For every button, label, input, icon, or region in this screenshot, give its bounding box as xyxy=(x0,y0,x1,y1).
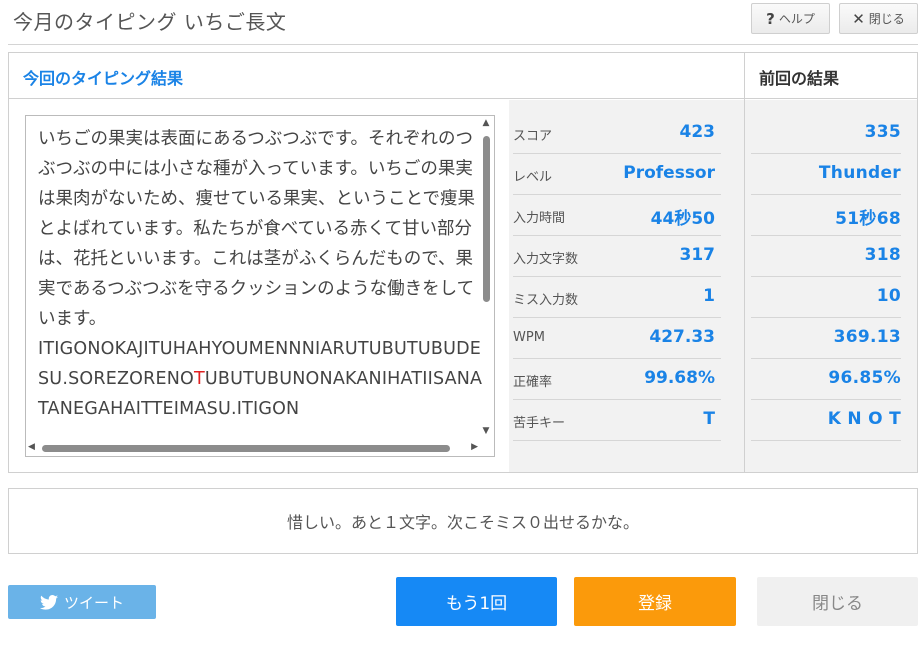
stat-value-current: 44秒50 xyxy=(650,209,715,229)
scroll-up-arrow-icon[interactable]: ▲ xyxy=(480,118,492,128)
japanese-text: いちごの果実は表面にあるつぶつぶです。それぞれのつぶつぶの中には小さな種が入って… xyxy=(38,129,475,329)
stat-row-accuracy: 正確率 99.68% xyxy=(513,359,721,400)
stat-value-current: 427.33 xyxy=(649,327,715,347)
typed-text-area[interactable]: いちごの果実は表面にあるつぶつぶです。それぞれのつぶつぶの中には小さな種が入って… xyxy=(25,115,495,457)
stat-value-current: 99.68% xyxy=(644,368,715,388)
page-title: 今月のタイピング いちご長文 xyxy=(13,10,287,34)
stat-value-current: T xyxy=(703,409,715,429)
close-header-button[interactable]: ✕ 閉じる xyxy=(839,3,918,34)
tweet-button[interactable]: ツイート xyxy=(8,585,156,619)
previous-results-title: 前回の結果 xyxy=(759,69,840,88)
stat-value-previous: 369.13 xyxy=(833,327,901,347)
stat-value-previous: 335 xyxy=(864,122,901,142)
horizontal-scrollbar[interactable]: ◀ ▶ xyxy=(28,442,478,454)
close-button[interactable]: 閉じる xyxy=(757,577,918,626)
stat-value-previous: 10 xyxy=(876,286,901,306)
help-button[interactable]: ? ヘルプ xyxy=(751,3,830,34)
scroll-right-arrow-icon[interactable]: ▶ xyxy=(471,442,478,452)
prev-row-time: 51秒68 xyxy=(751,195,901,236)
tweet-button-label: ツイート xyxy=(63,593,124,612)
stat-label: 苦手キー xyxy=(513,416,566,431)
retry-button[interactable]: もう1回 xyxy=(396,577,557,626)
result-message: 惜しい。あと１文字。次こそミス０出せるかな。 xyxy=(8,488,918,554)
stat-label: WPM xyxy=(513,330,545,345)
stat-label: 正確率 xyxy=(513,375,553,390)
stat-label: ミス入力数 xyxy=(513,293,579,308)
stat-label: 入力時間 xyxy=(513,211,566,226)
stat-row-time: 入力時間 44秒50 xyxy=(513,195,721,236)
stat-row-score: スコア 423 xyxy=(513,113,721,154)
romaji-text: ITIGONOKAJITUHAHYOUMENNNIARUTUBUTUBUDESU… xyxy=(38,339,482,419)
miss-char: T xyxy=(194,369,205,389)
close-icon: ✕ xyxy=(852,9,865,28)
prev-row-level: Thunder xyxy=(751,154,901,195)
prev-row-weak-keys: K N O T xyxy=(751,400,901,441)
column-divider xyxy=(744,53,745,472)
scroll-left-arrow-icon[interactable]: ◀ xyxy=(28,442,35,452)
stat-label: 入力文字数 xyxy=(513,252,579,267)
vertical-scroll-thumb[interactable] xyxy=(483,136,490,302)
stat-value-previous: 318 xyxy=(864,245,901,265)
close-header-button-label: 閉じる xyxy=(868,12,905,26)
register-button[interactable]: 登録 xyxy=(574,577,736,626)
stat-row-level: レベル Professor xyxy=(513,154,721,195)
current-results-title: 今回のタイピング結果 xyxy=(23,69,184,88)
stat-value-previous: 96.85% xyxy=(828,368,901,388)
stat-value-current: Professor xyxy=(623,163,715,183)
stat-row-wpm: WPM 427.33 xyxy=(513,318,721,359)
vertical-scrollbar[interactable]: ▲ ▼ xyxy=(480,118,492,436)
stat-value-current: 317 xyxy=(679,245,716,265)
header-divider xyxy=(8,44,918,45)
prev-row-misses: 10 xyxy=(751,277,901,318)
prev-row-wpm: 369.13 xyxy=(751,318,901,359)
scroll-down-arrow-icon[interactable]: ▼ xyxy=(480,426,492,436)
typed-text-content: いちごの果実は表面にあるつぶつぶです。それぞれのつぶつぶの中には小さな種が入って… xyxy=(38,124,483,424)
prev-row-accuracy: 96.85% xyxy=(751,359,901,400)
stat-row-weak-keys: 苦手キー T xyxy=(513,400,721,441)
stat-value-current: 1 xyxy=(703,286,715,306)
stat-value-previous: Thunder xyxy=(818,163,901,183)
horizontal-scroll-thumb[interactable] xyxy=(42,445,450,452)
question-icon: ? xyxy=(766,9,775,28)
twitter-bird-icon xyxy=(39,594,58,610)
prev-row-score: 335 xyxy=(751,113,901,154)
stat-label: レベル xyxy=(513,170,553,185)
stat-row-misses: ミス入力数 1 xyxy=(513,277,721,318)
stat-label: スコア xyxy=(513,129,553,144)
stat-value-previous: 51秒68 xyxy=(835,209,901,229)
stat-row-chars: 入力文字数 317 xyxy=(513,236,721,277)
stat-value-current: 423 xyxy=(679,122,716,142)
stat-value-previous: K N O T xyxy=(827,409,901,429)
prev-row-chars: 318 xyxy=(751,236,901,277)
help-button-label: ヘルプ xyxy=(778,12,815,26)
